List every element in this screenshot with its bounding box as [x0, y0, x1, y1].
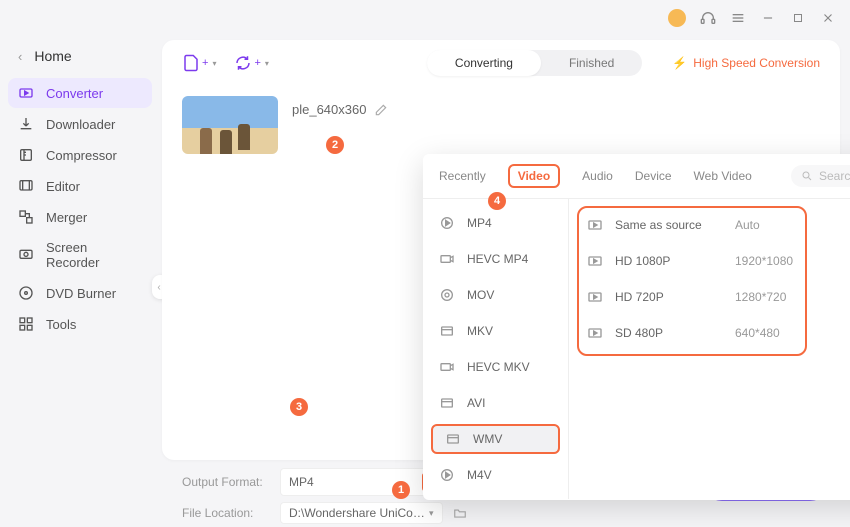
preset-same-as-source[interactable]: Same as source Auto	[569, 207, 850, 243]
file-row: ple_640x360	[162, 86, 840, 164]
preset-list: Same as source Auto HD 1080P 1920*1080	[569, 199, 850, 499]
converter-icon	[18, 85, 34, 101]
file-thumbnail[interactable]	[182, 96, 278, 154]
minimize-icon[interactable]	[760, 10, 776, 26]
rename-icon[interactable]	[374, 103, 388, 117]
annotation-badge-3: 3	[290, 398, 308, 416]
sidebar-item-compressor[interactable]: Compressor	[8, 140, 152, 170]
format-search[interactable]: Search	[791, 165, 850, 187]
tools-icon	[18, 316, 34, 332]
annotation-badge-2: 2	[326, 136, 344, 154]
titlebar	[0, 0, 850, 36]
preset-sd-480p[interactable]: SD 480P 640*480	[569, 315, 850, 351]
sidebar-item-downloader[interactable]: Downloader	[8, 109, 152, 139]
sidebar-item-label: DVD Burner	[46, 286, 116, 301]
refresh-icon	[234, 54, 252, 72]
format-hevc-mp4[interactable]: HEVC MP4	[423, 241, 568, 277]
high-speed-label: High Speed Conversion	[693, 56, 820, 70]
add-url-button[interactable]: +▾	[234, 54, 268, 72]
sidebar-item-editor[interactable]: Editor	[8, 171, 152, 201]
preset-hd-720p[interactable]: HD 720P 1280*720	[569, 279, 850, 315]
sidebar-item-label: Editor	[46, 179, 80, 194]
user-avatar[interactable]	[668, 9, 686, 27]
format-hevc-mkv[interactable]: HEVC MKV	[423, 349, 568, 385]
home-label: Home	[34, 48, 71, 64]
file-location-label: File Location:	[182, 506, 270, 520]
editor-icon	[18, 178, 34, 194]
tab-converting[interactable]: Converting	[427, 50, 541, 76]
sidebar-item-screen-recorder[interactable]: Screen Recorder	[8, 233, 152, 277]
format-mov[interactable]: MOV	[423, 277, 568, 313]
tab-device[interactable]: Device	[635, 169, 672, 183]
format-m4v[interactable]: M4V	[423, 457, 568, 493]
sidebar-item-label: Converter	[46, 86, 103, 101]
home-button[interactable]: ‹ Home	[8, 40, 152, 72]
sidebar-item-label: Screen Recorder	[46, 240, 142, 270]
sidebar-item-converter[interactable]: Converter	[8, 78, 152, 108]
bolt-icon: ⚡	[672, 56, 687, 70]
download-icon	[18, 116, 34, 132]
file-name: ple_640x360	[292, 102, 366, 117]
video-icon	[587, 289, 603, 305]
compressor-icon	[18, 147, 34, 163]
search-icon	[801, 170, 813, 182]
format-wmv[interactable]: WMV	[431, 424, 560, 454]
headset-icon[interactable]	[700, 10, 716, 26]
sidebar-item-label: Compressor	[46, 148, 117, 163]
file-plus-icon	[182, 54, 200, 72]
folder-icon[interactable]	[453, 506, 467, 520]
high-speed-toggle[interactable]: ⚡ High Speed Conversion	[672, 56, 820, 70]
video-icon	[587, 325, 603, 341]
search-placeholder: Search	[819, 169, 850, 183]
sidebar: ‹ Home Converter Downloader Compressor E…	[0, 36, 160, 527]
sidebar-item-label: Downloader	[46, 117, 115, 132]
sidebar-item-label: Tools	[46, 317, 76, 332]
file-location-select[interactable]: D:\Wondershare UniConverter 1 ▾	[280, 502, 443, 524]
video-icon	[587, 217, 603, 233]
maximize-icon[interactable]	[790, 10, 806, 26]
sidebar-item-tools[interactable]: Tools	[8, 309, 152, 339]
tab-finished[interactable]: Finished	[541, 50, 642, 76]
recorder-icon	[18, 247, 34, 263]
chevron-left-icon: ‹	[18, 49, 22, 64]
format-mkv[interactable]: MKV	[423, 313, 568, 349]
sidebar-item-dvd-burner[interactable]: DVD Burner	[8, 278, 152, 308]
tab-audio[interactable]: Audio	[582, 169, 613, 183]
status-segmented: Converting Finished	[427, 50, 642, 76]
tab-recently[interactable]: Recently	[439, 169, 486, 183]
output-format-select[interactable]: MP4 ▾	[280, 468, 442, 496]
chevron-down-icon: ▾	[429, 508, 434, 519]
tab-video[interactable]: Video	[508, 164, 560, 188]
video-icon	[587, 253, 603, 269]
format-mp4[interactable]: MP4	[423, 205, 568, 241]
format-popover: Recently Video Audio Device Web Video Se…	[423, 154, 850, 500]
close-icon[interactable]	[820, 10, 836, 26]
merger-icon	[18, 209, 34, 225]
annotation-badge-4: 4	[488, 192, 506, 210]
format-list: MP4 HEVC MP4 MOV MKV HEVC MKV AVI WMV M4…	[423, 199, 569, 499]
tab-web-video[interactable]: Web Video	[694, 169, 752, 183]
output-format-label: Output Format:	[182, 475, 270, 489]
sidebar-item-label: Merger	[46, 210, 87, 225]
disc-icon	[18, 285, 34, 301]
sidebar-item-merger[interactable]: Merger	[8, 202, 152, 232]
add-file-button[interactable]: +▾	[182, 54, 216, 72]
menu-icon[interactable]	[730, 10, 746, 26]
main-panel: +▾ +▾ Converting Finished ⚡ High Speed C…	[160, 36, 850, 527]
format-avi[interactable]: AVI	[423, 385, 568, 421]
preset-hd-1080p[interactable]: HD 1080P 1920*1080	[569, 243, 850, 279]
annotation-badge-1: 1	[392, 481, 410, 499]
